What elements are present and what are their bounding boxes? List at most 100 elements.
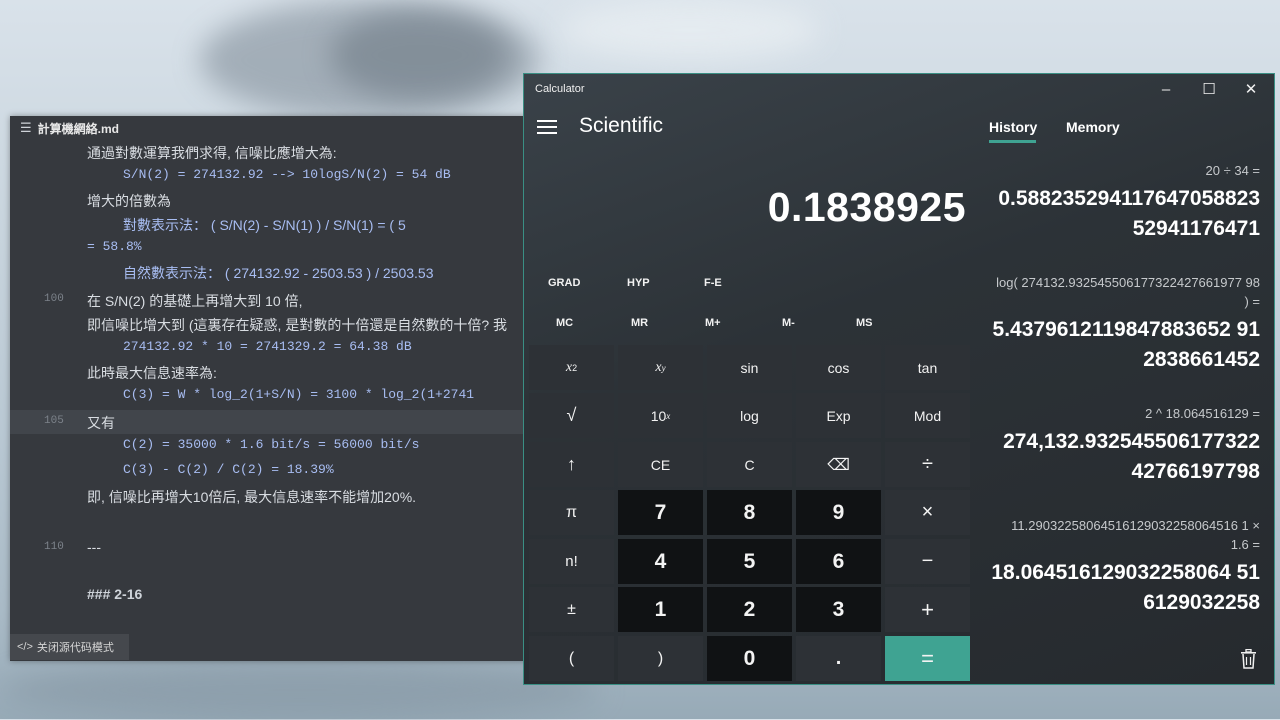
- exp-button[interactable]: Exp: [796, 393, 881, 438]
- multiply-button[interactable]: ×: [885, 490, 970, 535]
- line-text: C(3) - C(2) / C(2) = 18.39%: [123, 462, 334, 477]
- history-result: 2838661452: [1143, 348, 1260, 371]
- active-tab-indicator: [989, 140, 1036, 143]
- editor-line[interactable]: 274132.92 * 10 = 2741329.2 = 64.38 dB: [10, 336, 530, 360]
- line-number: 105: [44, 415, 64, 427]
- editor-line[interactable]: 增大的倍數為: [10, 188, 530, 212]
- divide-button[interactable]: ÷: [885, 442, 970, 487]
- power-exponent: y: [661, 362, 666, 373]
- line-text: 此時最大信息速率為:: [87, 365, 217, 381]
- editor-line[interactable]: C(3) = W * log_2(1+S/N) = 3100 * log_2(1…: [10, 384, 530, 408]
- ten-power-base: 10: [650, 407, 667, 424]
- decimal-button[interactable]: .: [796, 636, 881, 681]
- calculator-window: Calculator – ☐ ✕ Scientific 0.1838925 GR…: [523, 73, 1275, 685]
- ten-power-button[interactable]: 10 x: [618, 393, 703, 438]
- shift-arrow-icon[interactable]: ↑: [529, 442, 614, 487]
- negate-button[interactable]: ±: [529, 587, 614, 632]
- memory-add-button[interactable]: M+: [705, 317, 721, 329]
- navigation-menu-icon[interactable]: [537, 120, 557, 134]
- memory-recall-button[interactable]: MR: [631, 317, 648, 329]
- log-button[interactable]: log: [707, 393, 792, 438]
- history-expression: 11.29032258064516129032258064516 1 ×: [1011, 518, 1260, 533]
- line-text: = 58.8%: [87, 239, 142, 254]
- history-expression: ) =: [1244, 294, 1260, 309]
- menu-icon[interactable]: ☰: [20, 120, 32, 136]
- editor-line[interactable]: S/N(2) = 274132.92 --> 10logS/N(2) = 54 …: [10, 164, 530, 188]
- calculator-titlebar: Calculator – ☐ ✕: [524, 74, 1274, 106]
- editor-line[interactable]: ### 2-16: [10, 583, 530, 607]
- digit-1-button[interactable]: 1: [618, 587, 703, 632]
- digit-0-button[interactable]: 0: [707, 636, 792, 681]
- close-paren-button[interactable]: ): [618, 636, 703, 681]
- mode-title: Scientific: [579, 114, 664, 137]
- pi-button[interactable]: π: [529, 490, 614, 535]
- editor-line[interactable]: 自然數表示法： ( 274132.92 - 2503.53 ) / 2503.5…: [10, 260, 530, 284]
- line-number: 110: [44, 541, 64, 553]
- history-result: 0.588235294117647058823: [998, 187, 1260, 210]
- hyp-button[interactable]: HYP: [627, 277, 650, 289]
- maximize-button[interactable]: ☐: [1189, 78, 1229, 102]
- subtract-button[interactable]: −: [885, 539, 970, 584]
- window-title: Calculator: [535, 83, 585, 95]
- cos-button[interactable]: cos: [796, 345, 881, 390]
- source-mode-label: 关闭源代码模式: [36, 642, 114, 654]
- power-button[interactable]: xy: [618, 345, 703, 390]
- square-exponent: 2: [572, 362, 578, 373]
- digit-2-button[interactable]: 2: [707, 587, 792, 632]
- history-expression: 1.6 =: [1230, 537, 1260, 552]
- editor-line[interactable]: 即信噪比增大到 (這裏存在疑惑, 是對數的十倍還是自然數的十倍? 我: [10, 312, 530, 336]
- digit-7-button[interactable]: 7: [618, 490, 703, 535]
- line-text: 對數表示法： ( S/N(2) - S/N(1) ) / S/N(1) = ( …: [123, 217, 406, 233]
- history-expression: 2 ^ 18.064516129 =: [1145, 406, 1260, 421]
- digit-4-button[interactable]: 4: [618, 539, 703, 584]
- line-text: C(3) = W * log_2(1+S/N) = 3100 * log_2(1…: [123, 387, 475, 402]
- editor-line[interactable]: 此時最大信息速率為:: [10, 360, 530, 384]
- editor-titlebar: ☰ 計算機網絡.md: [10, 116, 530, 140]
- sin-button[interactable]: sin: [707, 345, 792, 390]
- open-paren-button[interactable]: (: [529, 636, 614, 681]
- tab-history[interactable]: History: [989, 119, 1037, 135]
- editor-line[interactable]: 100 在 S/N(2) 的基礎上再增大到 10 倍,: [10, 288, 530, 312]
- line-text: ### 2-16: [87, 586, 143, 602]
- tab-memory[interactable]: Memory: [1066, 119, 1120, 135]
- minimize-button[interactable]: –: [1146, 78, 1186, 102]
- memory-store-button[interactable]: MS: [856, 317, 873, 329]
- tan-button[interactable]: tan: [885, 345, 970, 390]
- digit-5-button[interactable]: 5: [707, 539, 792, 584]
- digit-9-button[interactable]: 9: [796, 490, 881, 535]
- mod-button[interactable]: Mod: [885, 393, 970, 438]
- factorial-button[interactable]: n!: [529, 539, 614, 584]
- source-mode-toggle[interactable]: </> 关闭源代码模式: [10, 634, 129, 660]
- editor-line[interactable]: C(2) = 35000 * 1.6 bit/s = 56000 bit/s: [10, 434, 530, 458]
- editor-line[interactable]: 110 ---: [10, 536, 530, 560]
- clear-entry-button[interactable]: CE: [618, 442, 703, 487]
- digit-8-button[interactable]: 8: [707, 490, 792, 535]
- close-button[interactable]: ✕: [1231, 78, 1271, 102]
- backspace-icon[interactable]: ⌫: [796, 442, 881, 487]
- markdown-editor-window: ☰ 計算機網絡.md 通過對數運算我們求得, 信噪比應增大為: S/N(2) =…: [10, 116, 530, 661]
- clear-history-trash-icon[interactable]: [1240, 649, 1257, 669]
- editor-line-current[interactable]: 105 又有: [10, 410, 530, 434]
- fe-button[interactable]: F-E: [704, 277, 722, 289]
- editor-line[interactable]: 通過對數運算我們求得, 信噪比應增大為:: [10, 140, 530, 164]
- memory-clear-button[interactable]: MC: [556, 317, 573, 329]
- code-icon: </>: [17, 641, 33, 653]
- editor-line[interactable]: 對數表示法： ( S/N(2) - S/N(1) ) / S/N(1) = ( …: [10, 212, 530, 236]
- editor-line[interactable]: = 58.8%: [10, 236, 530, 260]
- editor-line[interactable]: 即, 信噪比再增大10倍后, 最大信息速率不能增加20%.: [10, 484, 530, 508]
- line-text: 即信噪比增大到 (這裏存在疑惑, 是對數的十倍還是自然數的十倍? 我: [87, 317, 508, 333]
- editor-line[interactable]: C(3) - C(2) / C(2) = 18.39%: [10, 459, 530, 483]
- line-text: 274132.92 * 10 = 2741329.2 = 64.38 dB: [123, 339, 412, 354]
- result-display: 0.1838925: [767, 184, 966, 230]
- memory-subtract-button[interactable]: M-: [782, 317, 795, 329]
- digit-3-button[interactable]: 3: [796, 587, 881, 632]
- square-button[interactable]: x2: [529, 345, 614, 390]
- line-text: 通過對數運算我們求得, 信噪比應增大為:: [87, 145, 337, 161]
- equals-button[interactable]: =: [885, 636, 970, 681]
- add-button[interactable]: +: [885, 587, 970, 632]
- history-expression: log( 274132.932545506177322427661977 98: [996, 275, 1260, 290]
- square-root-button[interactable]: √: [529, 393, 614, 438]
- clear-button[interactable]: C: [707, 442, 792, 487]
- digit-6-button[interactable]: 6: [796, 539, 881, 584]
- angle-mode-button[interactable]: GRAD: [548, 277, 580, 289]
